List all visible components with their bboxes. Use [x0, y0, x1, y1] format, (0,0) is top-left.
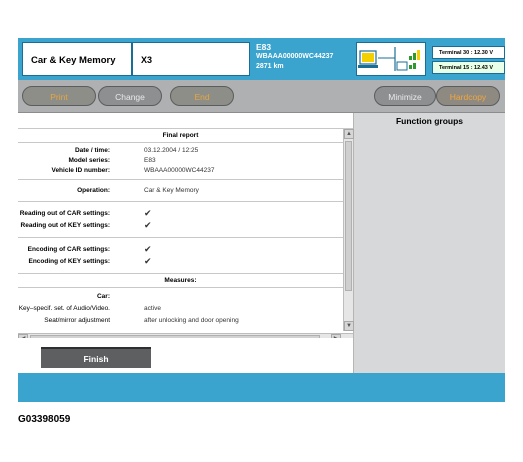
- operation-row: Operation: Car & Key Memory: [18, 186, 343, 196]
- scroll-down-icon[interactable]: ▼: [344, 321, 354, 331]
- check-icon: ✔: [144, 244, 152, 254]
- reading-car-row: Reading out of CAR settings: ✔: [18, 208, 343, 220]
- encoding-car-label: Encoding of CAR settings:: [27, 246, 110, 253]
- function-groups-panel: Function groups: [353, 113, 505, 373]
- encoding-key-row: Encoding of KEY settings: ✔: [18, 256, 343, 268]
- info-label: Vehicle ID number:: [51, 167, 110, 174]
- operation-label: Operation:: [77, 187, 110, 194]
- reading-car-label: Reading out of CAR settings:: [19, 210, 110, 217]
- encoding-car-row: Encoding of CAR settings: ✔: [18, 244, 343, 256]
- info-label: Date / time:: [74, 147, 110, 154]
- finish-button[interactable]: Finish: [41, 347, 151, 368]
- check-icon: ✔: [144, 220, 152, 230]
- reading-section: Reading out of CAR settings: ✔ Reading o…: [18, 202, 343, 238]
- report-title: Final report: [18, 129, 343, 143]
- reading-key-label: Reading out of KEY settings:: [20, 222, 110, 229]
- app-title: Car & Key Memory: [22, 42, 132, 76]
- connection-status-panel: [356, 42, 426, 76]
- info-label: Model series:: [68, 157, 110, 164]
- figure-code: G03398059: [18, 414, 71, 425]
- print-button[interactable]: Print: [22, 86, 96, 106]
- terminal-15-status: Terminal 15 : 12.43 V: [432, 61, 505, 74]
- check-icon: ✔: [144, 208, 152, 218]
- vehicle-series: E83: [256, 42, 272, 52]
- measures-title: Measures:: [18, 274, 343, 288]
- check-icon: ✔: [144, 256, 152, 266]
- measure-row: Seat/mirror adjustment after unlocking a…: [18, 315, 343, 327]
- info-row-model: Model series: E83: [18, 156, 343, 166]
- measure-label: Car:: [96, 293, 110, 300]
- measure-label: Seat/mirror adjustment: [44, 317, 110, 324]
- vertical-scrollbar[interactable]: ▲ ▼: [343, 129, 354, 331]
- reading-key-row: Reading out of KEY settings: ✔: [18, 220, 343, 232]
- vertical-scroll-thumb[interactable]: [345, 141, 352, 291]
- change-button[interactable]: Change: [98, 86, 162, 106]
- measure-label: Key–specif. set. of Audio/Video.: [18, 305, 110, 312]
- final-report-panel: Final report Date / time: 03.12.2004 / 1…: [18, 128, 354, 344]
- toolbar: Print Change End Minimize Hardcopy: [18, 80, 505, 113]
- measure-value: active: [144, 305, 161, 312]
- info-value: E83: [144, 157, 156, 164]
- footer-bar: [18, 373, 505, 402]
- info-value: WBAAA00000WC44237: [144, 167, 215, 174]
- measure-row: Car:: [18, 291, 343, 303]
- end-button[interactable]: End: [170, 86, 234, 106]
- operation-value: Car & Key Memory: [144, 187, 199, 194]
- encoding-key-label: Encoding of KEY settings:: [28, 258, 111, 265]
- measure-row: Key–specif. set. of Audio/Video. active: [18, 303, 343, 315]
- operation-section: Operation: Car & Key Memory: [18, 180, 343, 202]
- model-name: X3: [132, 42, 250, 76]
- report-info-section: Final report Date / time: 03.12.2004 / 1…: [18, 129, 343, 180]
- report-content: Final report Date / time: 03.12.2004 / 1…: [18, 129, 343, 331]
- connection-status-icon: [358, 47, 420, 71]
- vehicle-vin: WBAAA00000WC44237: [256, 53, 334, 60]
- info-row-vin: Vehicle ID number: WBAAA00000WC44237: [18, 166, 343, 176]
- terminal-30-status: Terminal 30 : 12.30 V: [432, 46, 505, 59]
- minimize-button[interactable]: Minimize: [374, 86, 436, 106]
- app-window: Car & Key Memory X3 E83 WBAAA00000WC4423…: [18, 38, 505, 402]
- encoding-section: Encoding of CAR settings: ✔ Encoding of …: [18, 238, 343, 274]
- function-groups-title: Function groups: [395, 116, 464, 126]
- scroll-up-icon[interactable]: ▲: [344, 129, 354, 139]
- header-bar: Car & Key Memory X3 E83 WBAAA00000WC4423…: [18, 38, 505, 80]
- vehicle-mileage: 2871 km: [256, 63, 284, 70]
- vehicle-info: E83 WBAAA00000WC44237 2871 km: [256, 42, 356, 72]
- info-row-date: Date / time: 03.12.2004 / 12:25: [18, 146, 343, 156]
- hardcopy-button[interactable]: Hardcopy: [436, 86, 500, 106]
- measure-value: after unlocking and door opening: [144, 317, 239, 324]
- info-value: 03.12.2004 / 12:25: [144, 147, 199, 154]
- measures-section: Measures: Car: Key–specif. set. of Audio…: [18, 274, 343, 327]
